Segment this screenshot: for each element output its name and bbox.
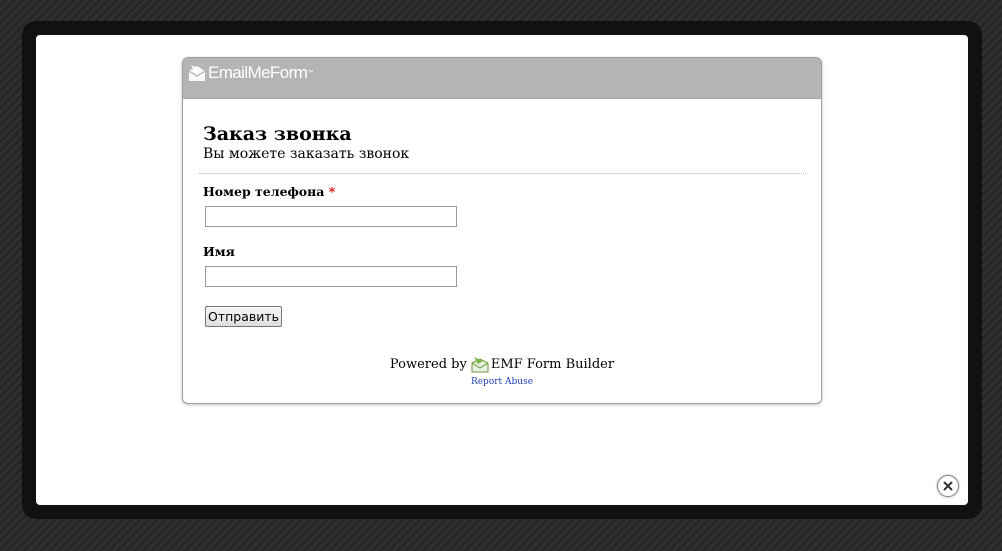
name-input[interactable]: [205, 266, 457, 287]
submit-button[interactable]: Отправить: [205, 306, 283, 327]
form-body: Заказ звонка Вы можете заказать звонок Н…: [183, 99, 821, 387]
phone-label-text: Номер телефона: [203, 184, 325, 199]
form-description: Вы можете заказать звонок: [203, 146, 410, 162]
name-label: Имя: [203, 245, 806, 259]
form-card: EmailMeForm ™ Заказ звонка Вы можете зака…: [182, 57, 822, 404]
required-marker: *: [328, 184, 336, 199]
logo-trademark: ™: [307, 70, 314, 76]
powered-prefix: Powered by: [389, 356, 467, 372]
emailmeform-logo: EmailMeForm ™: [187, 63, 313, 83]
envelope-logo-icon: [188, 65, 206, 81]
builder-name[interactable]: EMF Form Builder: [491, 357, 614, 373]
logo-text: EmailMeForm: [208, 63, 308, 82]
form-title: Заказ звонка: [203, 123, 352, 145]
phone-label: Номер телефона *: [203, 185, 806, 199]
powered-by: Powered by EMF Form Builder: [183, 356, 821, 373]
report-abuse-link[interactable]: Report Abuse: [183, 377, 821, 387]
form-header: EmailMeForm ™: [183, 58, 821, 99]
close-icon: [943, 481, 953, 491]
field-group-phone: Номер телефона *: [203, 185, 806, 227]
name-label-text: Имя: [203, 244, 235, 259]
field-group-name: Имя: [203, 245, 806, 287]
lightbox-content: EmailMeForm ™ Заказ звонка Вы можете зака…: [36, 35, 968, 505]
emf-envelope-icon: [471, 357, 489, 373]
form-divider: [199, 173, 806, 174]
phone-input[interactable]: [205, 206, 457, 227]
close-button[interactable]: [937, 475, 959, 497]
